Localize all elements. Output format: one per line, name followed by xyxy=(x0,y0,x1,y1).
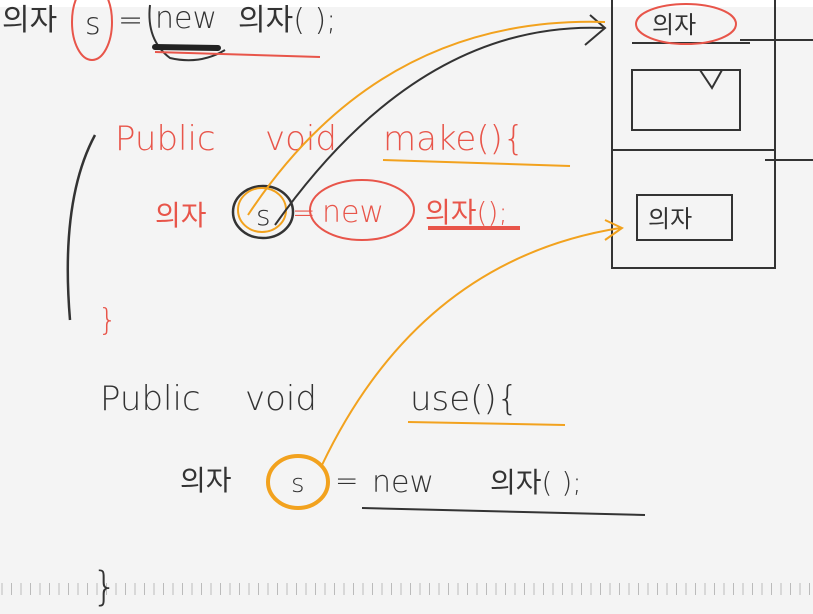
var-label: s xyxy=(256,199,271,232)
memory-diagram xyxy=(611,0,813,269)
ruler-ticks xyxy=(1,583,810,595)
heap-object-bottom: 의자 xyxy=(648,205,692,233)
new-label: new xyxy=(155,1,217,36)
type-label: 의자 xyxy=(155,199,207,232)
close-brace: } xyxy=(92,564,117,610)
var-label: s xyxy=(291,469,305,499)
method-name: use(){ xyxy=(410,379,518,419)
ctor-label: 의자(); xyxy=(425,196,508,229)
keyword-void: void xyxy=(265,119,337,159)
method-name: make(){ xyxy=(383,119,525,159)
equals-label: = xyxy=(335,464,358,497)
type-label: 의자 xyxy=(2,3,57,38)
keyword-void: void xyxy=(245,379,317,419)
var-label: s xyxy=(85,7,101,42)
type-label: 의자 xyxy=(180,464,232,497)
keyword-public: Public xyxy=(115,119,216,159)
new-label: new xyxy=(322,195,384,230)
close-brace: } xyxy=(98,303,117,338)
whiteboard-canvas: 의자 s = new 의자( ); Public void make(){ 의자… xyxy=(1,0,813,610)
keyword-public: Public xyxy=(100,379,201,419)
code-line-top: 의자 s = new 의자( ); xyxy=(2,0,336,62)
ctor-label: 의자( ); xyxy=(490,466,582,499)
code-block-make: Public void make(){ 의자 s = new 의자(); } xyxy=(66,119,571,338)
code-block-use: Public void use(){ 의자 s = new 의자( ); } xyxy=(92,379,646,610)
new-label: new xyxy=(372,465,434,500)
reference-arrow-orange-bottom xyxy=(321,219,624,466)
ctor-label: 의자( ); xyxy=(238,3,336,38)
heap-object-top: 의자 xyxy=(652,11,696,39)
equals-label: = xyxy=(118,3,143,38)
